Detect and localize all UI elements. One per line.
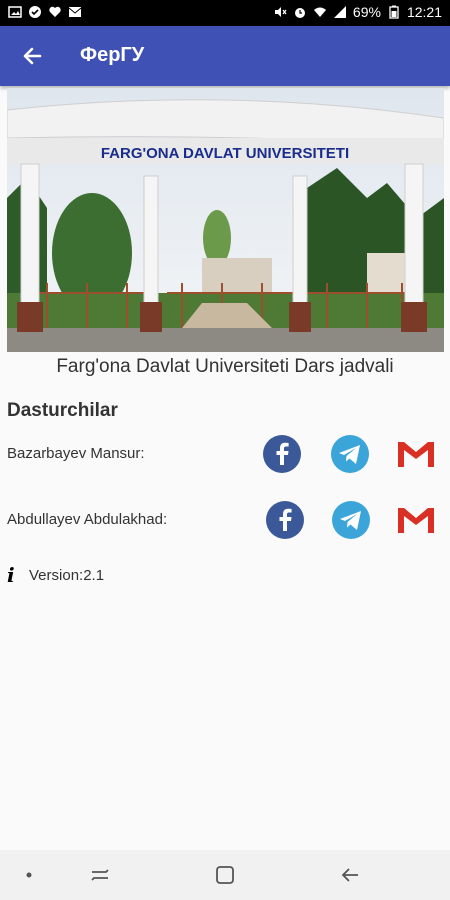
back-icon[interactable] — [337, 862, 363, 888]
version-row: i Version:2.1 — [7, 563, 104, 587]
status-bar: 69% 12:21 — [0, 0, 450, 26]
heart-icon — [49, 6, 61, 17]
info-icon: i — [7, 563, 15, 587]
developers-title: Dasturchilar — [7, 400, 118, 421]
university-gate-image: FARG'ONA DAVLAT UNIVERSITETI — [7, 88, 444, 352]
battery-percent: 69% — [352, 4, 381, 20]
recent-apps-icon[interactable] — [87, 862, 113, 888]
download-check-icon — [29, 6, 41, 18]
facebook-icon[interactable] — [265, 500, 305, 540]
gmail-icon[interactable] — [396, 500, 436, 540]
mute-icon — [274, 7, 287, 17]
developer-name: Bazarbayev Mansur: — [7, 445, 145, 462]
back-arrow-icon[interactable] — [14, 38, 50, 74]
mail-icon — [68, 7, 82, 17]
gate-sign-text: FARG'ONA DAVLAT UNIVERSITETI — [101, 145, 349, 162]
gmail-icon[interactable] — [396, 434, 436, 474]
telegram-icon[interactable] — [330, 434, 370, 474]
gallery-icon — [8, 6, 22, 18]
developer-name: Abdullayev Abdulakhad: — [7, 511, 168, 528]
home-icon[interactable] — [212, 862, 238, 888]
page-caption: Farg'ona Davlat Universiteti Dars jadval… — [56, 356, 394, 377]
clock: 12:21 — [406, 4, 442, 20]
app-bar: ФерГУ — [0, 26, 450, 86]
wifi-icon — [313, 7, 326, 17]
dot-icon — [26, 872, 32, 878]
system-nav-bar — [0, 850, 450, 900]
facebook-icon[interactable] — [262, 434, 302, 474]
app-title: ФерГУ — [80, 44, 145, 66]
battery-icon — [389, 5, 399, 19]
telegram-icon[interactable] — [331, 500, 371, 540]
alarm-icon — [294, 8, 305, 18]
version-text: Version:2.1 — [29, 566, 105, 584]
signal-icon — [333, 6, 346, 18]
